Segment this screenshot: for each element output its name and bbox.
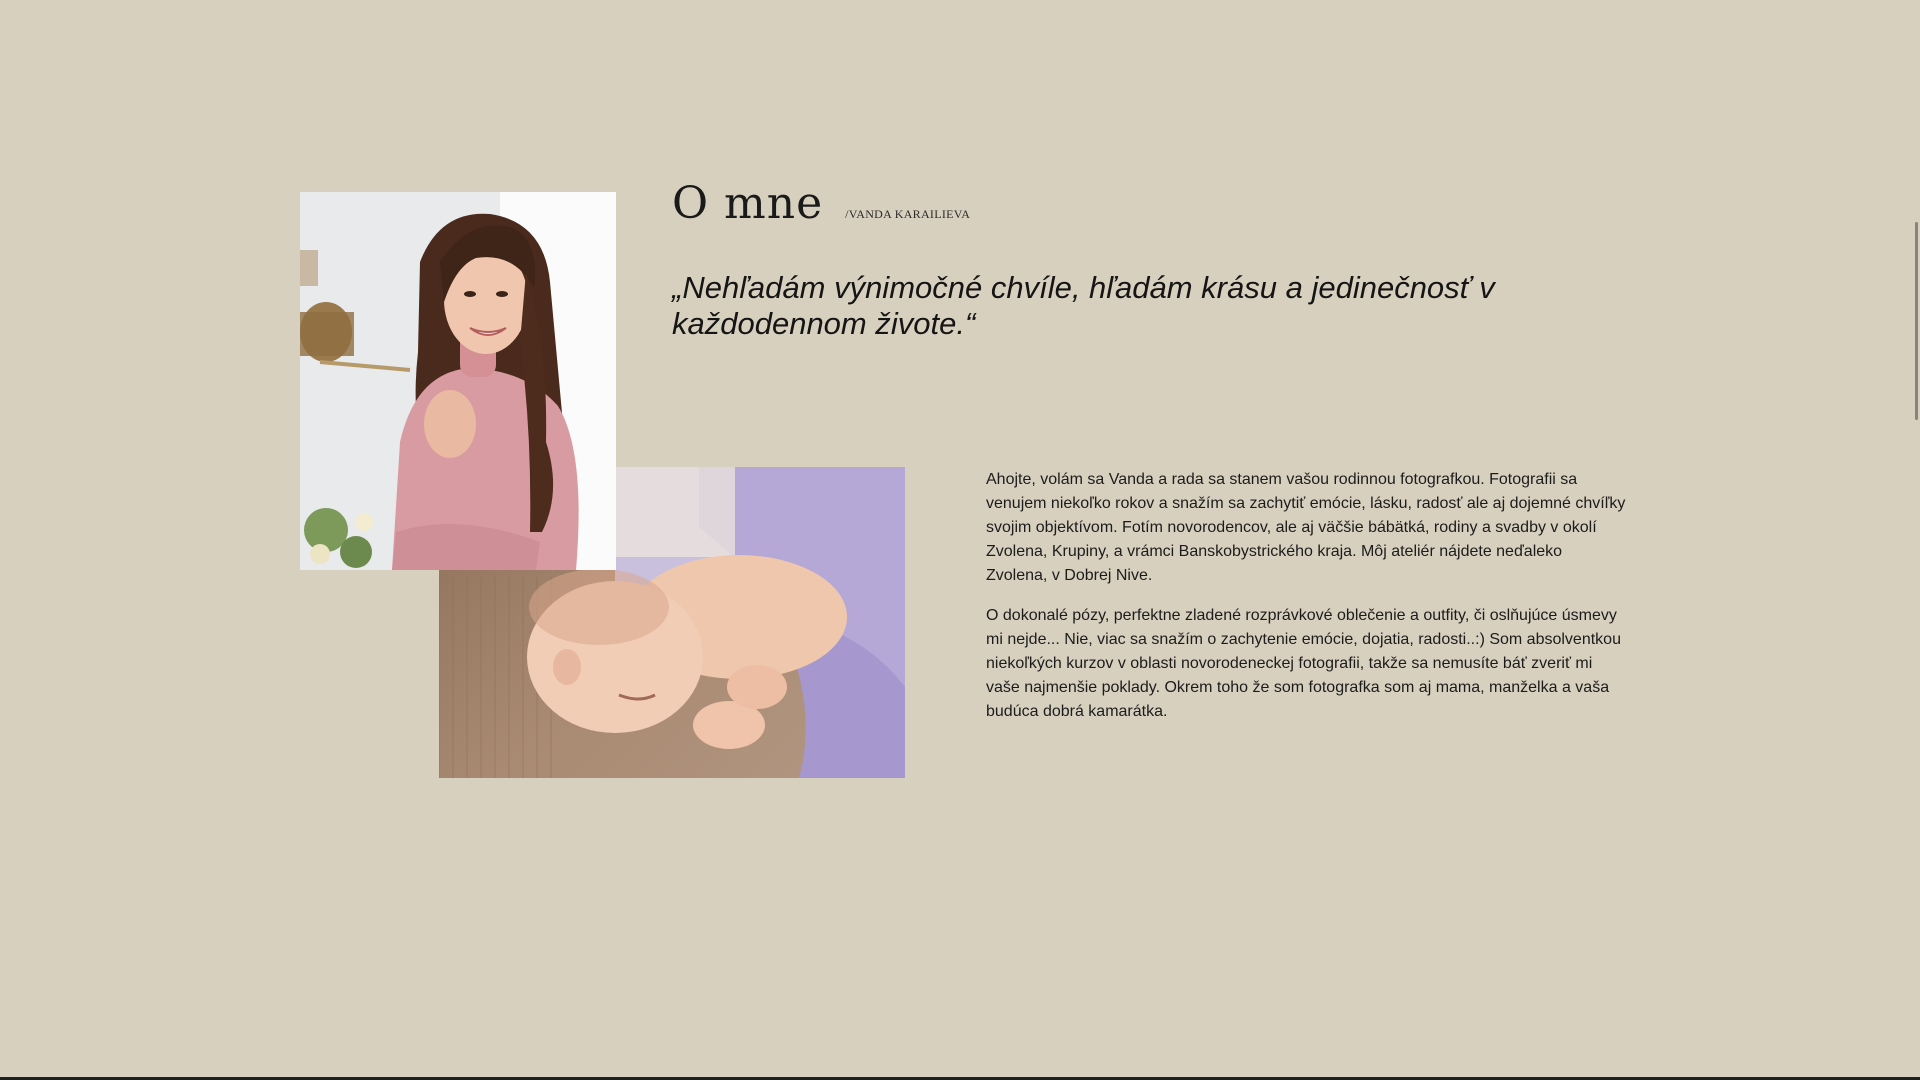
section-subtitle: /VANDA KARAILIEVA (845, 207, 971, 221)
about-paragraph-2: O dokonalé pózy, perfektne zladené rozpr… (986, 607, 1621, 720)
section-title: O mne (672, 178, 824, 229)
about-text: Ahojte, volám sa Vanda a rada sa stanem … (986, 468, 1626, 740)
portrait-photo (300, 192, 616, 570)
quote: „Nehľadám výnimočné chvíle, hľadám krásu… (672, 270, 1495, 341)
about-paragraph-1: Ahojte, volám sa Vanda a rada sa stanem … (986, 471, 1626, 584)
scrollbar-thumb[interactable] (1915, 222, 1918, 420)
about-section: O mne /VANDA KARAILIEVA „Nehľadám výnimo… (0, 0, 1920, 1080)
section-header: O mne /VANDA KARAILIEVA (672, 182, 970, 226)
